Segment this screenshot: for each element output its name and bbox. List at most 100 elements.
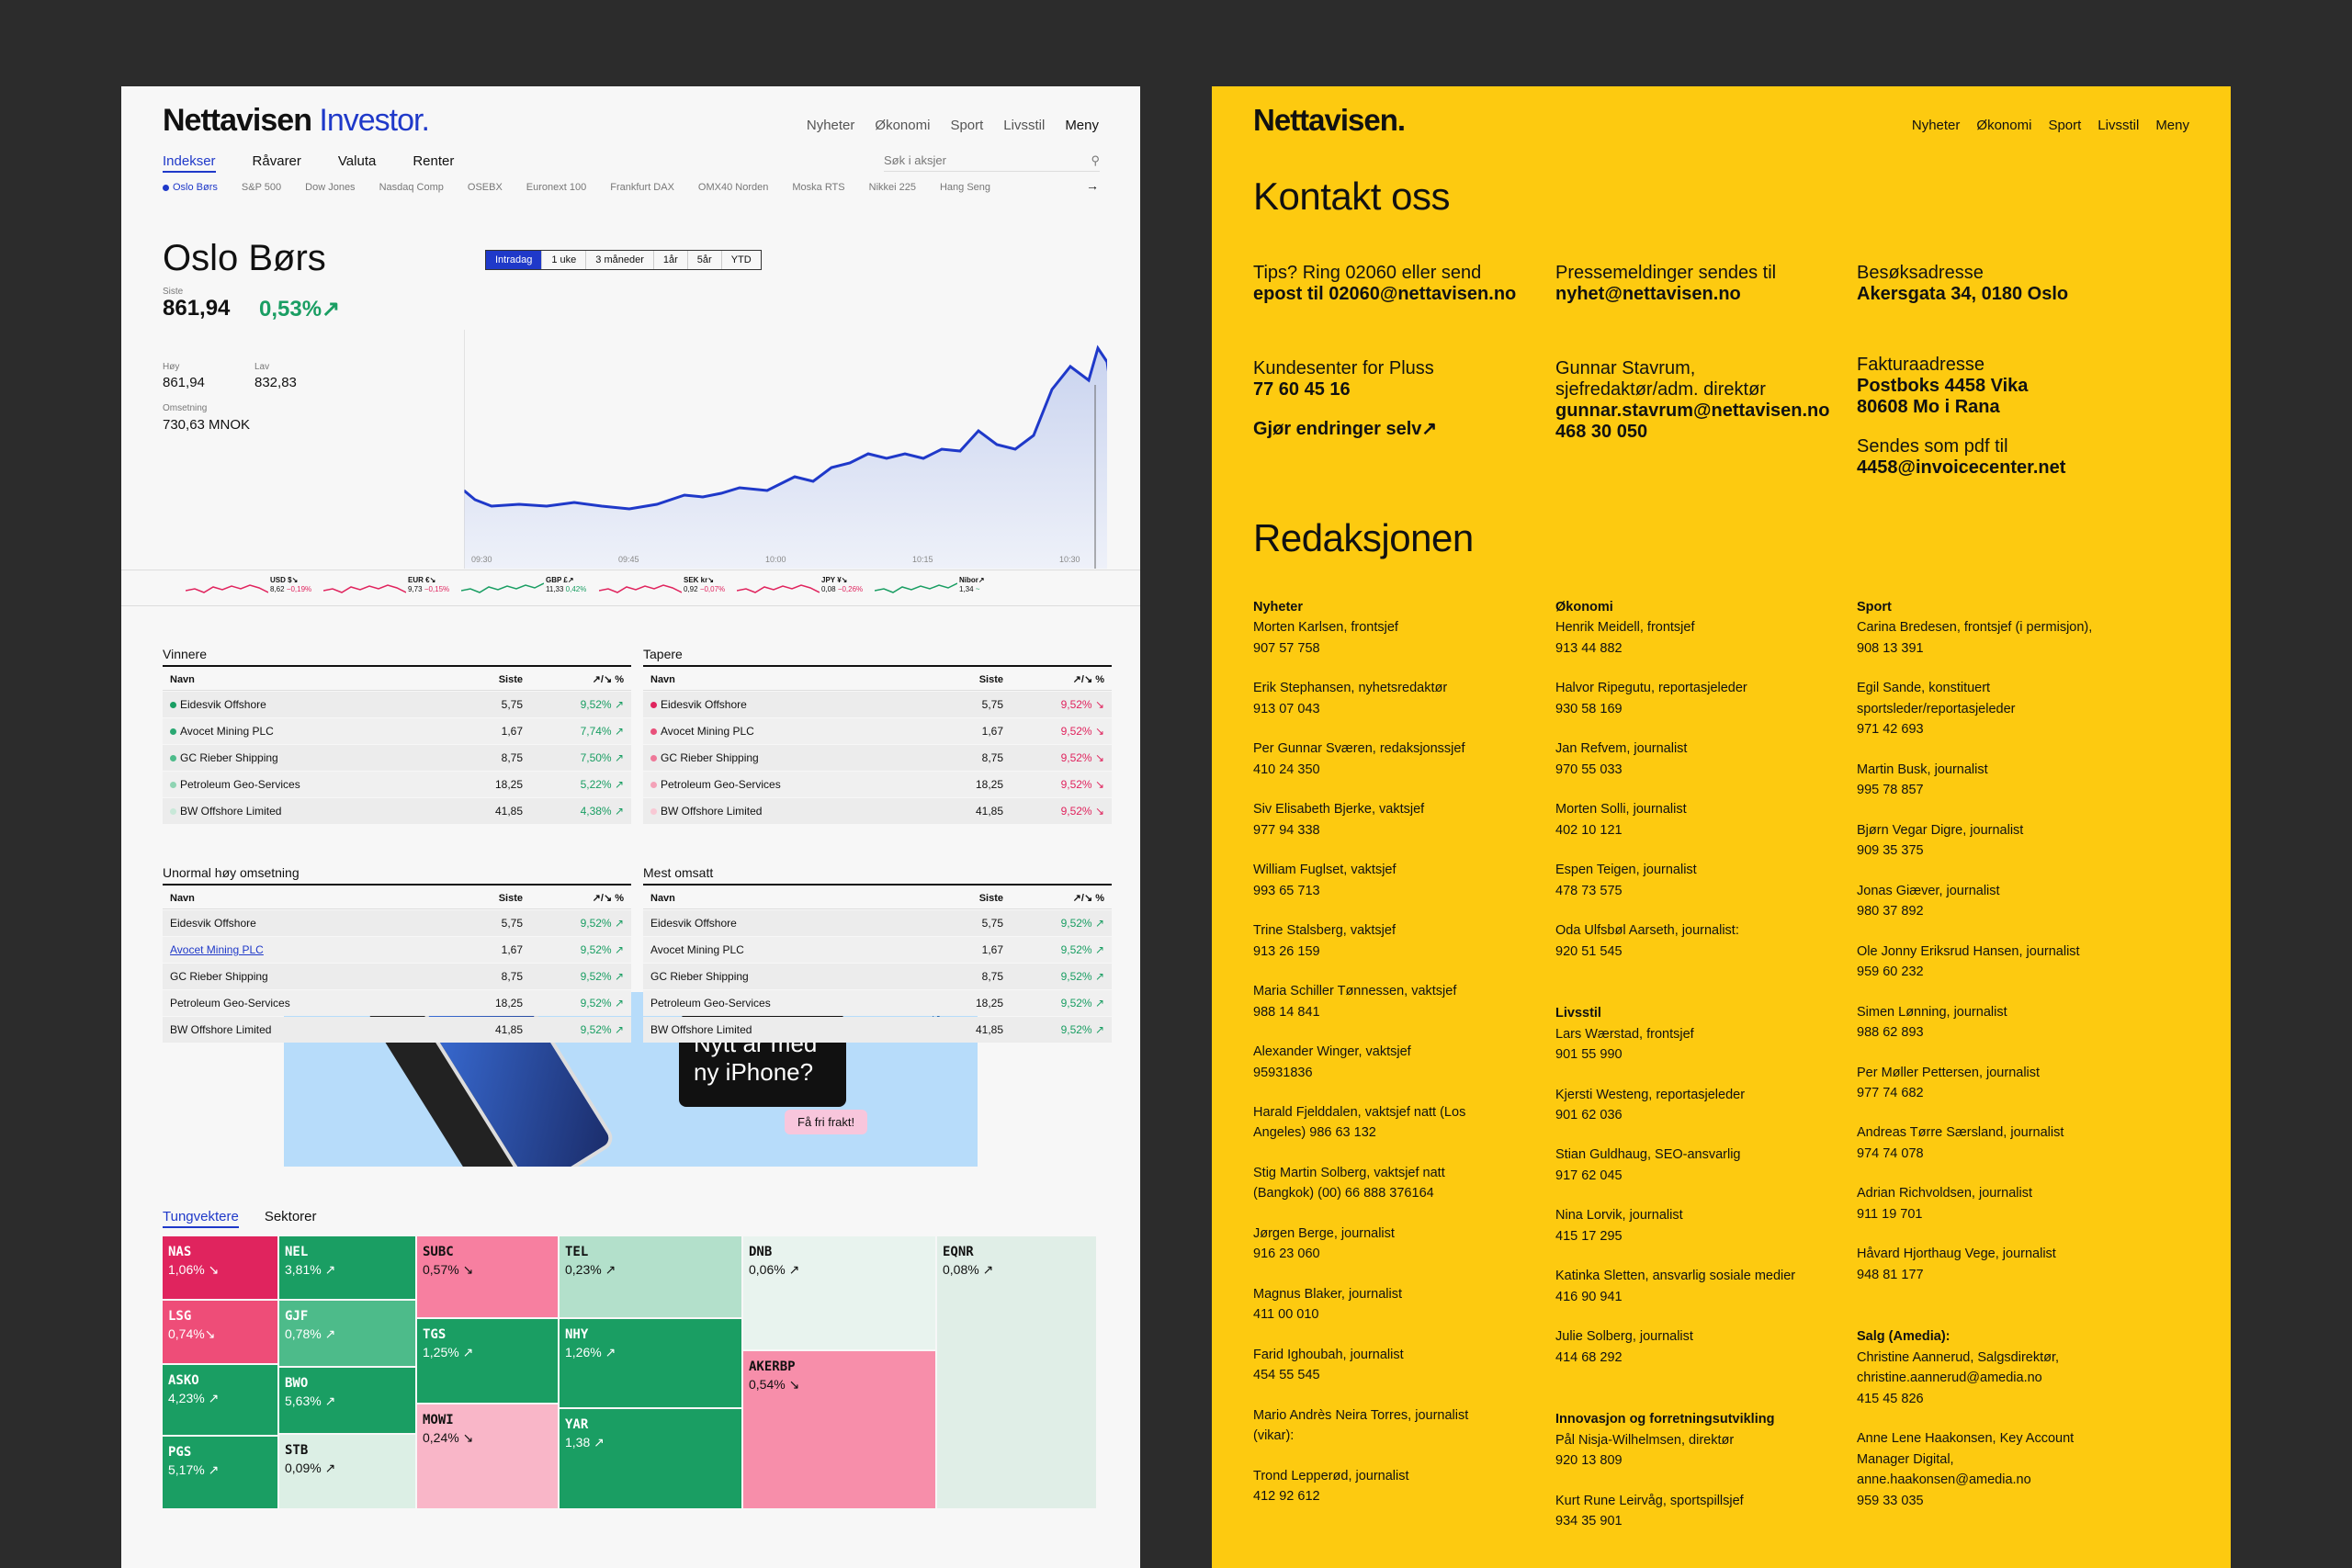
index-item[interactable]: Frankfurt DAX	[610, 182, 674, 193]
index-item[interactable]: Oslo Børs	[163, 182, 218, 193]
staff-line[interactable]: anne.haakonsen@amedia.no	[1857, 1470, 2142, 1490]
staff-line[interactable]: 913 44 882	[1555, 638, 1840, 659]
staff-line[interactable]: 988 14 841	[1253, 1002, 1538, 1022]
index-item[interactable]: Hang Seng	[940, 182, 990, 193]
table-row[interactable]: BW Offshore Limited 41,85 9,52% ↗	[163, 1017, 631, 1043]
index-item[interactable]: OMX40 Norden	[698, 182, 768, 193]
heatmap-tile[interactable]: ASKO 4,23% ↗	[163, 1365, 277, 1435]
staff-line[interactable]: 415 45 826	[1857, 1389, 2142, 1409]
range-option[interactable]: 1år	[654, 251, 688, 269]
index-item[interactable]: Nasdaq Comp	[379, 182, 444, 193]
staff-line[interactable]: 901 62 036	[1555, 1105, 1840, 1125]
staff-line[interactable]: 930 58 169	[1555, 699, 1840, 719]
tab-2[interactable]: Valuta	[338, 153, 376, 173]
customer-phone[interactable]: 77 60 45 16	[1253, 379, 1351, 400]
staff-line[interactable]: 948 81 177	[1857, 1265, 2142, 1285]
nav-item[interactable]: Nyheter	[1912, 118, 1961, 133]
table-row[interactable]: Avocet Mining PLC 1,67 7,74% ↗	[163, 718, 631, 744]
staff-line[interactable]: 478 73 575	[1555, 881, 1840, 901]
staff-line[interactable]: 901 55 990	[1555, 1044, 1840, 1065]
table-row[interactable]: Eidesvik Offshore 5,75 9,52% ↗	[163, 910, 631, 936]
staff-line[interactable]: Angeles) 986 63 132	[1253, 1122, 1538, 1143]
staff-line[interactable]: 988 62 893	[1857, 1022, 2142, 1043]
staff-line[interactable]: 907 57 758	[1253, 638, 1538, 659]
heatmap-tile[interactable]: NAS 1,06% ↘	[163, 1236, 277, 1299]
nav-item[interactable]: Meny	[2155, 118, 2189, 133]
staff-line[interactable]: 909 35 375	[1857, 840, 2142, 861]
table-row[interactable]: Avocet Mining PLC 1,67 9,52% ↘	[643, 718, 1112, 744]
arrow-right-icon[interactable]: →	[1086, 178, 1099, 193]
range-option[interactable]: 3 måneder	[586, 251, 654, 269]
table-row[interactable]: GC Rieber Shipping 8,75 7,50% ↗	[163, 745, 631, 771]
range-option[interactable]: 5år	[688, 251, 722, 269]
index-item[interactable]: Moska RTS	[792, 182, 844, 193]
heatmap-tile[interactable]: TGS 1,25% ↗	[417, 1319, 558, 1403]
staff-line[interactable]: 908 13 391	[1857, 638, 2142, 659]
stock-name-text[interactable]: Avocet Mining PLC	[170, 943, 264, 956]
table-row[interactable]: GC Rieber Shipping 8,75 9,52% ↗	[643, 964, 1112, 989]
table-row[interactable]: Petroleum Geo-Services 18,25 9,52% ↗	[643, 990, 1112, 1016]
table-row[interactable]: Petroleum Geo-Services 18,25 9,52% ↗	[163, 990, 631, 1016]
tips-email[interactable]: epost til 02060@nettavisen.no	[1253, 284, 1516, 304]
staff-line[interactable]: 916 23 060	[1253, 1244, 1538, 1264]
table-row[interactable]: Eidesvik Offshore 5,75 9,52% ↘	[643, 692, 1112, 717]
index-item[interactable]: Euronext 100	[526, 182, 586, 193]
range-option[interactable]: 1 uke	[542, 251, 587, 269]
staff-line[interactable]: christine.aannerud@amedia.no	[1857, 1368, 2142, 1388]
staff-line[interactable]: 959 33 035	[1857, 1491, 2142, 1511]
staff-line[interactable]: 913 26 159	[1253, 942, 1538, 962]
tab-1[interactable]: Råvarer	[253, 153, 301, 173]
staff-line[interactable]: 993 65 713	[1253, 881, 1538, 901]
index-item[interactable]: Nikkei 225	[869, 182, 916, 193]
nav-item[interactable]: Livsstil	[2098, 118, 2139, 133]
table-row[interactable]: Eidesvik Offshore 5,75 9,52% ↗	[163, 692, 631, 717]
heatmap-tile[interactable]: TEL 0,23% ↗	[560, 1236, 741, 1317]
nav-item[interactable]: Økonomi	[875, 118, 930, 133]
staff-line[interactable]: 971 42 693	[1857, 719, 2142, 739]
table-row[interactable]: BW Offshore Limited 41,85 9,52% ↗	[643, 1017, 1112, 1043]
nav-item[interactable]: Nyheter	[807, 118, 855, 133]
table-row[interactable]: Avocet Mining PLC 1,67 9,52% ↗	[163, 937, 631, 963]
heatmap-tile[interactable]: DNB 0,06% ↗	[743, 1236, 935, 1349]
staff-line[interactable]: 995 78 857	[1857, 780, 2142, 800]
editor-phone[interactable]: 468 30 050	[1555, 422, 1647, 442]
table-row[interactable]: Avocet Mining PLC 1,67 9,52% ↗	[643, 937, 1112, 963]
range-option[interactable]: YTD	[722, 251, 761, 269]
staff-line[interactable]: 959 60 232	[1857, 962, 2142, 982]
heatmap-tile[interactable]: NHY 1,26% ↗	[560, 1319, 741, 1407]
table-row[interactable]: BW Offshore Limited 41,85 9,52% ↘	[643, 798, 1112, 824]
invoice-email[interactable]: 4458@invoicecenter.net	[1857, 457, 2065, 478]
tab-3[interactable]: Renter	[413, 153, 454, 173]
range-option[interactable]: Intradag	[486, 251, 543, 269]
staff-line[interactable]: 911 19 701	[1857, 1204, 2142, 1224]
staff-line[interactable]: 977 74 682	[1857, 1083, 2142, 1103]
nav-item[interactable]: Meny	[1065, 118, 1099, 133]
staff-line[interactable]: 411 00 010	[1253, 1304, 1538, 1325]
nav-item[interactable]: Livsstil	[1003, 118, 1045, 133]
table-row[interactable]: BW Offshore Limited 41,85 4,38% ↗	[163, 798, 631, 824]
index-item[interactable]: OSEBX	[468, 182, 503, 193]
staff-line[interactable]: 412 92 612	[1253, 1486, 1538, 1506]
staff-line[interactable]: 980 37 892	[1857, 901, 2142, 921]
table-row[interactable]: GC Rieber Shipping 8,75 9,52% ↗	[163, 964, 631, 989]
heatmap-tile[interactable]: EQNR 0,08% ↗	[937, 1236, 1096, 1508]
nav-item[interactable]: Sport	[950, 118, 983, 133]
staff-line[interactable]: 970 55 033	[1555, 760, 1840, 780]
staff-line[interactable]: 913 07 043	[1253, 699, 1538, 719]
heatmap-tile[interactable]: PGS 5,17% ↗	[163, 1437, 277, 1508]
staff-line[interactable]: 917 62 045	[1555, 1166, 1840, 1186]
staff-line[interactable]: 416 90 941	[1555, 1287, 1840, 1307]
tab-0[interactable]: Indekser	[163, 153, 216, 173]
ad-cta-button[interactable]: Få fri frakt!	[785, 1110, 868, 1134]
heatmap-tile[interactable]: YAR 1,38 ↗	[560, 1409, 741, 1508]
staff-line[interactable]: 920 13 809	[1555, 1450, 1840, 1471]
heatmap-tile[interactable]: NEL 3,81% ↗	[279, 1236, 415, 1299]
heatmap-tab[interactable]: Tungvektere	[163, 1209, 239, 1228]
search-input[interactable]: Søk i aksjer	[884, 153, 946, 167]
staff-line[interactable]: 95931836	[1253, 1063, 1538, 1083]
staff-line[interactable]: 974 74 078	[1857, 1144, 2142, 1164]
staff-line[interactable]: 410 24 350	[1253, 760, 1538, 780]
staff-line[interactable]: 414 68 292	[1555, 1348, 1840, 1368]
heatmap-tile[interactable]: MOWI 0,24% ↘	[417, 1404, 558, 1508]
editor-email[interactable]: gunnar.stavrum@nettavisen.no	[1555, 400, 1829, 421]
